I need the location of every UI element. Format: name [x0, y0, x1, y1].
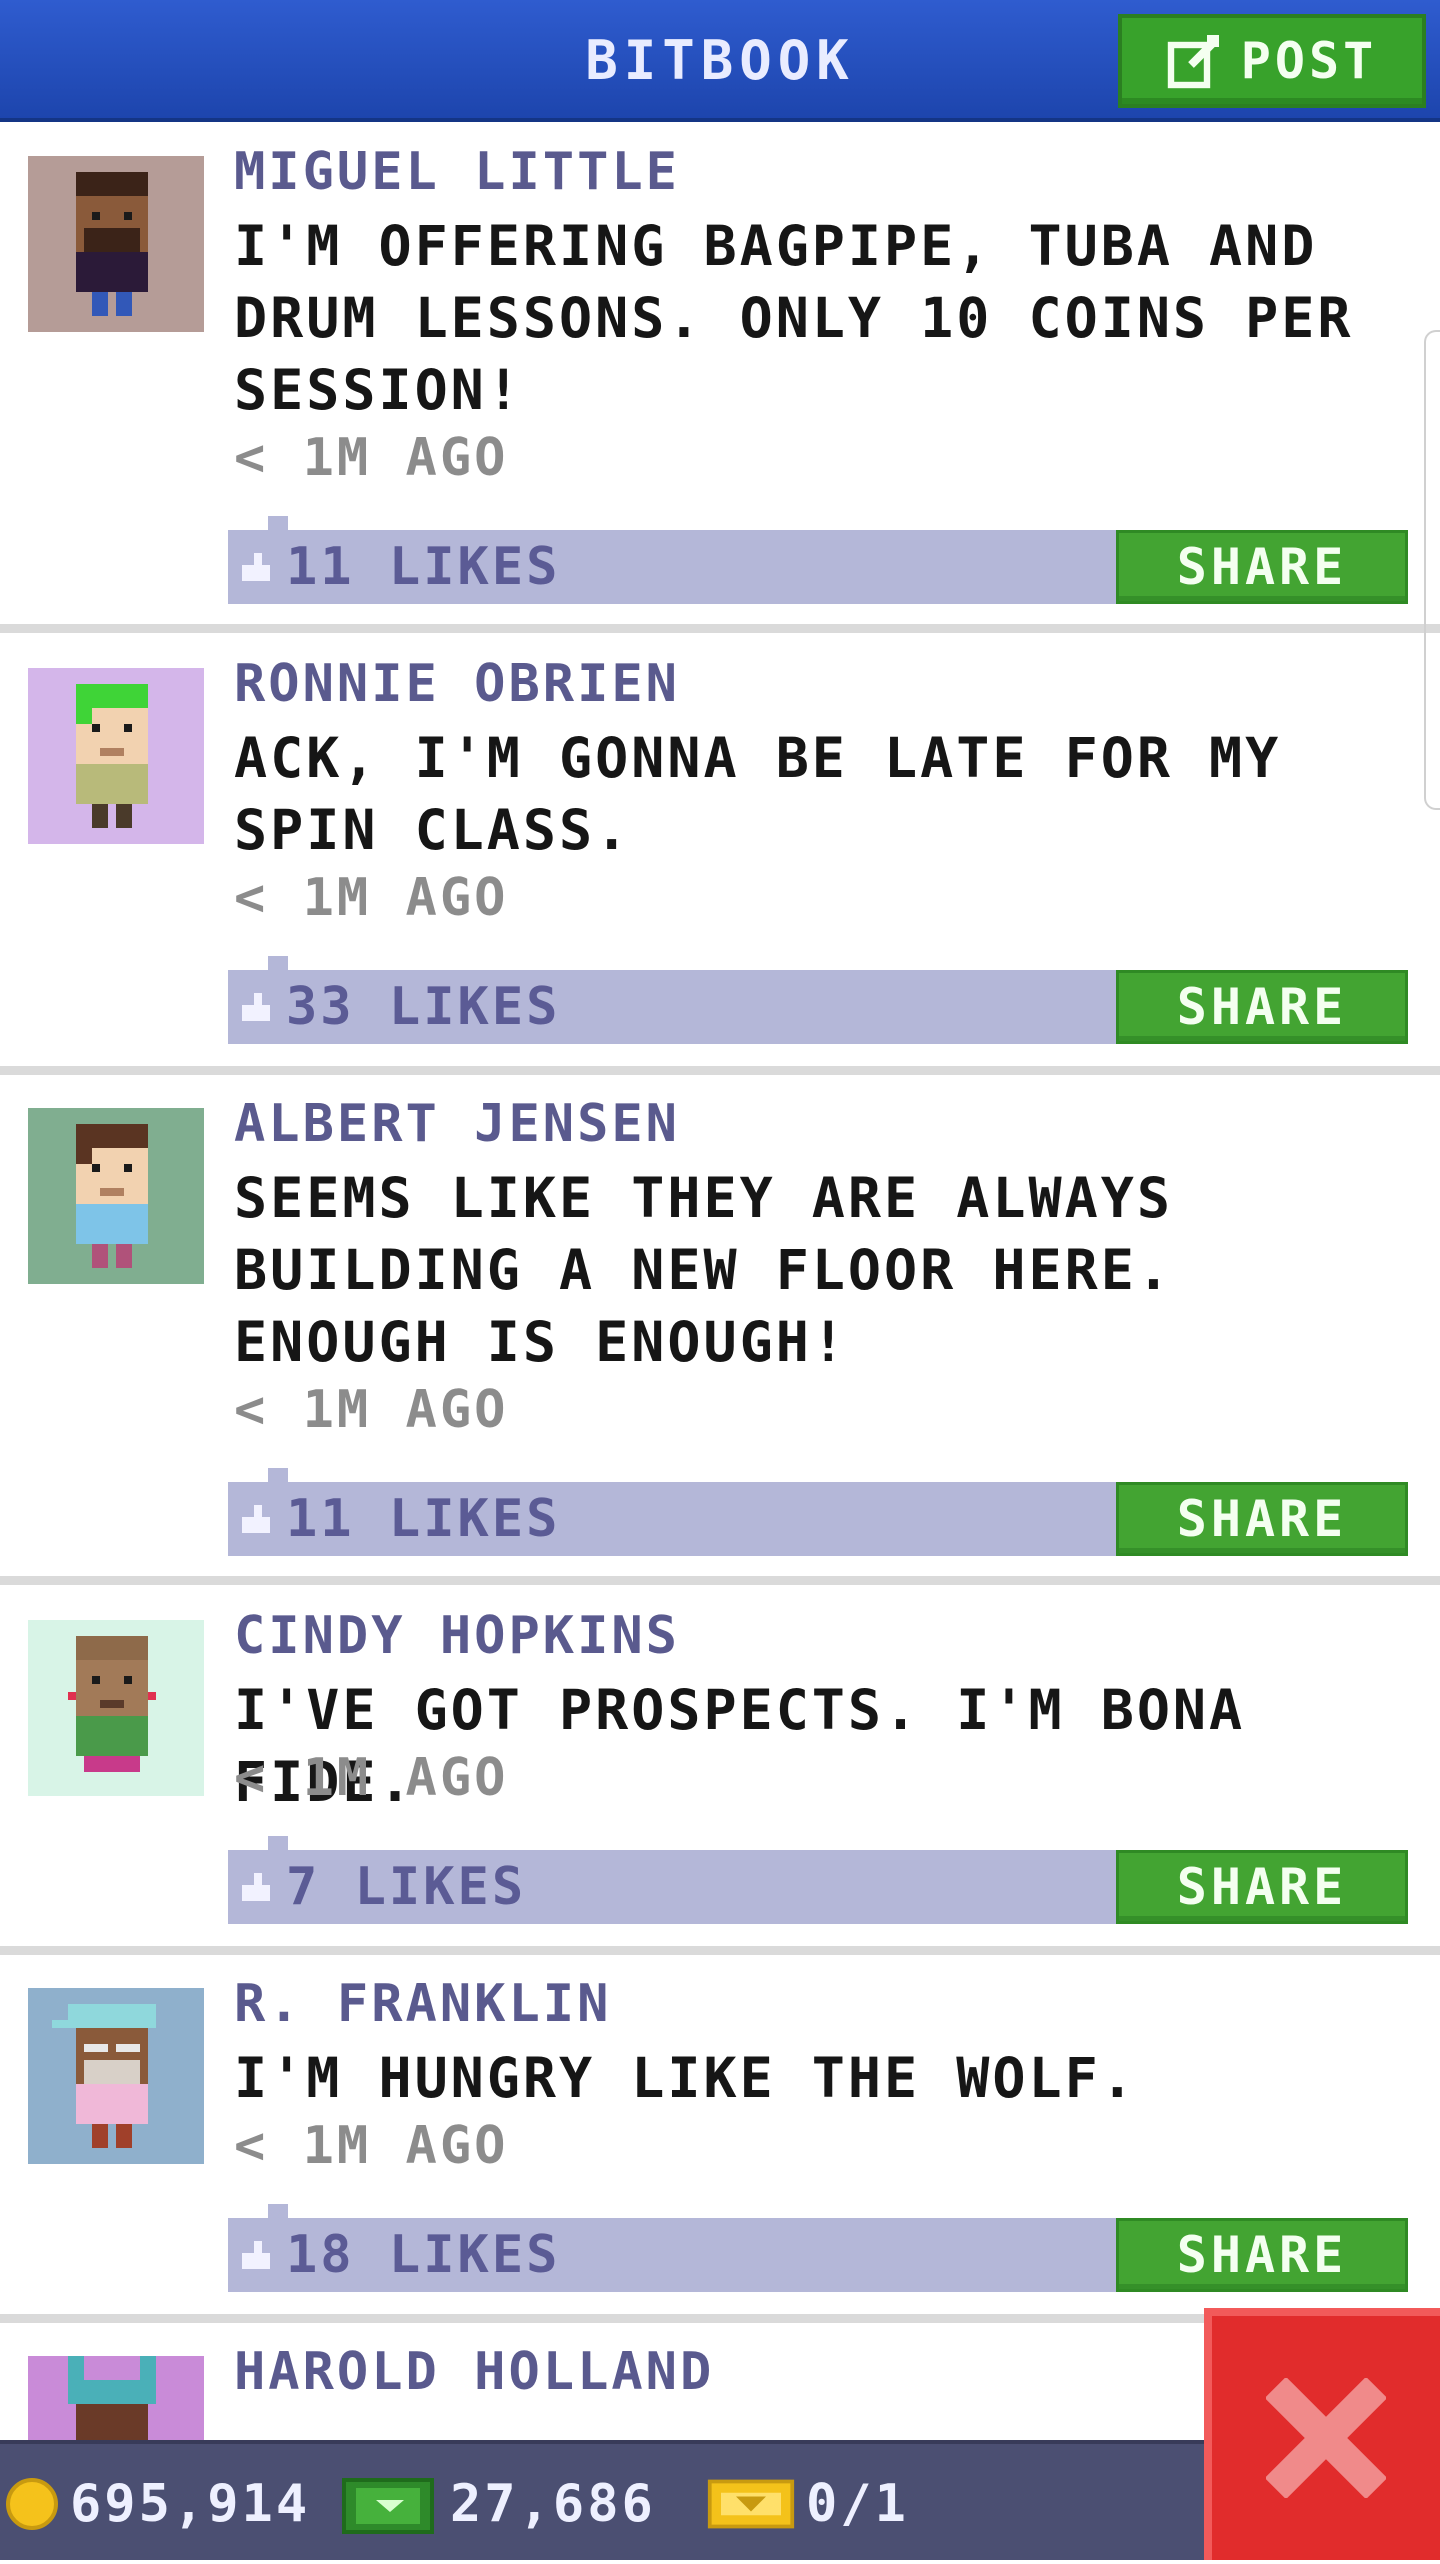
tickets-stat: 0/1: [706, 2444, 909, 2564]
close-icon: [1266, 2378, 1386, 2498]
compose-icon: [1167, 33, 1223, 89]
post-text: ACK, I'M GONNA BE LATE FOR MY SPIN CLASS…: [234, 726, 1282, 862]
like-button[interactable]: 11 LIKES: [238, 530, 560, 604]
post-author[interactable]: RONNIE OBRIEN: [234, 654, 680, 714]
like-bar: 33 LIKES SHARE: [228, 956, 1408, 1044]
post-text: I'M OFFERING BAGPIPE, TUBA AND DRUM LESS…: [234, 214, 1354, 422]
avatar[interactable]: [28, 1988, 204, 2164]
post-divider: [0, 1066, 1440, 1075]
like-button[interactable]: 7 LIKES: [238, 1850, 526, 1924]
post-timestamp: < 1M AGO: [234, 1380, 509, 1440]
share-button[interactable]: SHARE: [1116, 1850, 1408, 1924]
post-divider: [0, 624, 1440, 633]
post-timestamp: < 1M AGO: [234, 1748, 509, 1808]
golden-ticket-icon: [706, 2474, 796, 2534]
avatar[interactable]: [28, 668, 204, 844]
app-header: BITBOOK POST: [0, 0, 1440, 122]
bux-icon: [340, 2471, 440, 2537]
post-author[interactable]: MIGUEL LITTLE: [234, 142, 680, 202]
coin-icon: [4, 2476, 60, 2532]
likes-count: 18 LIKES: [286, 2225, 561, 2285]
thumbs-up-icon: [238, 1869, 274, 1905]
share-button[interactable]: SHARE: [1116, 2218, 1408, 2292]
thumbs-up-icon: [238, 2237, 274, 2273]
post-timestamp: < 1M AGO: [234, 2116, 509, 2176]
post-divider: [0, 1576, 1440, 1585]
bux-stat: 27,686: [340, 2444, 656, 2564]
thumbs-up-icon: [238, 1501, 274, 1537]
post-text: I'M HUNGRY LIKE THE WOLF.: [234, 2046, 1137, 2110]
post-author[interactable]: CINDY HOPKINS: [234, 1606, 680, 1666]
like-button[interactable]: 18 LIKES: [238, 2218, 560, 2292]
likes-count: 33 LIKES: [286, 977, 561, 1037]
like-button[interactable]: 11 LIKES: [238, 1482, 560, 1556]
post-button[interactable]: POST: [1118, 14, 1426, 108]
thumbs-up-icon: [238, 549, 274, 585]
bux-value: 27,686: [450, 2474, 656, 2534]
avatar[interactable]: [28, 156, 204, 332]
close-button[interactable]: [1204, 2308, 1440, 2560]
share-button[interactable]: SHARE: [1116, 530, 1408, 604]
post-divider: [0, 1946, 1440, 1955]
like-bar: 11 LIKES SHARE: [228, 1468, 1408, 1556]
share-button[interactable]: SHARE: [1116, 970, 1408, 1044]
post-button-label: POST: [1240, 32, 1378, 90]
thumbs-up-icon: [238, 989, 274, 1025]
share-button[interactable]: SHARE: [1116, 1482, 1408, 1556]
like-bar: 11 LIKES SHARE: [228, 516, 1408, 604]
post-author[interactable]: HAROLD HOLLAND: [234, 2342, 714, 2402]
avatar[interactable]: [28, 1620, 204, 1796]
scrollbar[interactable]: [1424, 330, 1440, 810]
likes-count: 7 LIKES: [286, 1857, 527, 1917]
coins-value: 695,914: [70, 2474, 311, 2534]
post-timestamp: < 1M AGO: [234, 868, 509, 928]
like-bar: 18 LIKES SHARE: [228, 2204, 1408, 2292]
post-timestamp: < 1M AGO: [234, 428, 509, 488]
likes-count: 11 LIKES: [286, 537, 561, 597]
like-button[interactable]: 33 LIKES: [238, 970, 560, 1044]
post-author[interactable]: ALBERT JENSEN: [234, 1094, 680, 1154]
post-author[interactable]: R. FRANKLIN: [234, 1974, 611, 2034]
tickets-value: 0/1: [806, 2474, 909, 2534]
avatar[interactable]: [28, 1108, 204, 1284]
post-text: SEEMS LIKE THEY ARE ALWAYS BUILDING A NE…: [234, 1166, 1173, 1374]
likes-count: 11 LIKES: [286, 1489, 561, 1549]
like-bar: 7 LIKES SHARE: [228, 1836, 1408, 1924]
coins-stat: 695,914: [4, 2444, 310, 2564]
